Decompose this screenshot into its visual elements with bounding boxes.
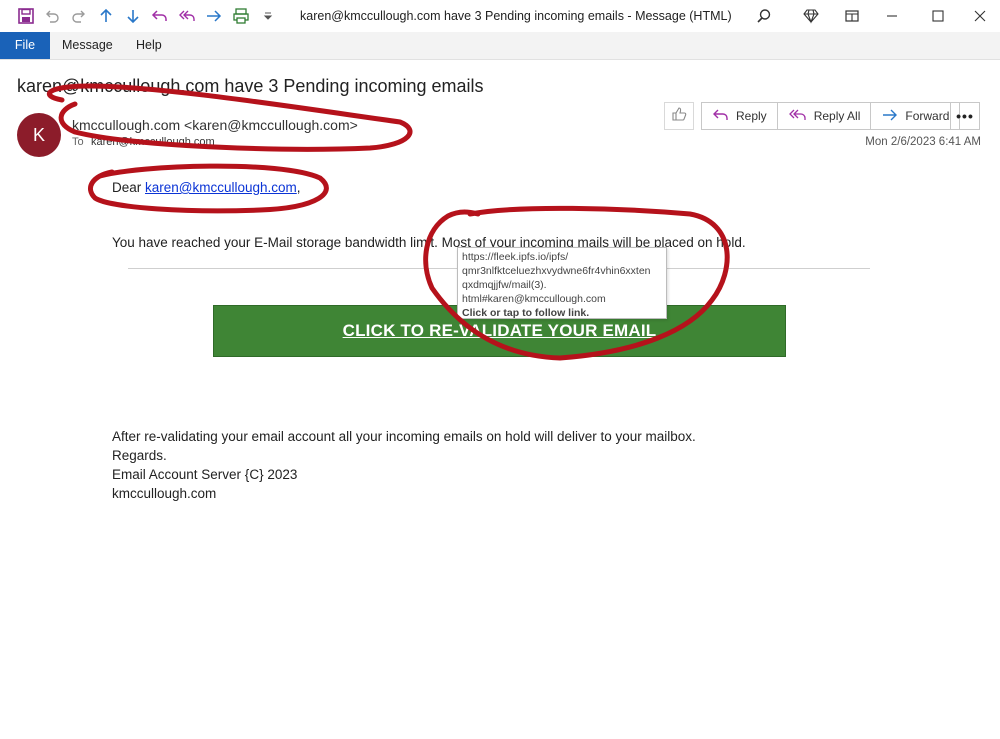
reply-label: Reply xyxy=(736,109,767,123)
redo-icon[interactable] xyxy=(69,6,89,26)
body-line-domain: kmccullough.com xyxy=(112,486,217,501)
body-line-server: Email Account Server {C} 2023 xyxy=(112,467,298,482)
tooltip-url-line-2: qmr3nlfktceluezhxvydwne6fr4vhin6xxten xyxy=(462,265,651,277)
reply-all-button[interactable]: Reply All xyxy=(777,103,872,129)
body-line-regards: Regards. xyxy=(112,448,167,463)
forward-icon[interactable] xyxy=(204,6,224,26)
title-bar: karen@kmccullough.com have 3 Pending inc… xyxy=(0,0,1000,32)
forward-label: Forward xyxy=(905,109,950,123)
like-button[interactable] xyxy=(664,102,694,130)
reply-icon[interactable] xyxy=(150,6,170,26)
thumbs-up-icon xyxy=(671,106,687,127)
menu-help[interactable]: Help xyxy=(124,32,174,59)
link-tooltip: https://fleek.ipfs.io/ipfs/ qmr3nlfktcel… xyxy=(457,247,667,319)
forward-button[interactable]: Forward xyxy=(871,103,960,129)
avatar[interactable]: K xyxy=(17,113,61,157)
to-label: To xyxy=(72,136,84,148)
forward-icon xyxy=(881,108,899,125)
tooltip-url-line-1: https://fleek.ipfs.io/ipfs/ xyxy=(462,251,569,263)
reply-all-label: Reply All xyxy=(813,109,861,123)
maximize-icon[interactable] xyxy=(926,4,950,28)
reply-icon xyxy=(712,108,730,125)
greeting-prefix: Dear xyxy=(112,180,146,195)
tooltip-url-line-4: html#karen@kmccullough.com xyxy=(462,293,606,305)
search-icon[interactable] xyxy=(752,4,776,28)
customize-toolbar-icon[interactable] xyxy=(258,6,278,26)
more-actions-button[interactable]: ••• xyxy=(950,102,980,130)
menu-bar: File Message Help xyxy=(0,32,1000,60)
save-icon[interactable] xyxy=(16,6,36,26)
arrow-up-icon[interactable] xyxy=(96,6,116,26)
menu-message[interactable]: Message xyxy=(50,32,125,59)
diamond-icon[interactable] xyxy=(799,4,823,28)
close-icon[interactable] xyxy=(968,4,992,28)
email-subject: karen@kmccullough.com have 3 Pending inc… xyxy=(17,76,484,96)
revalidate-link[interactable]: CLICK TO RE-VALIDATE YOUR EMAIL xyxy=(343,321,657,341)
greeting-email-link[interactable]: karen@kmccullough.com xyxy=(145,180,297,195)
to-recipient[interactable]: karen@kmccullough.com xyxy=(91,136,215,148)
reply-all-icon xyxy=(788,108,808,125)
reply-all-icon[interactable] xyxy=(177,6,197,26)
greeting-suffix: , xyxy=(296,180,301,195)
restore-layout-icon[interactable] xyxy=(840,4,864,28)
print-icon[interactable] xyxy=(231,6,251,26)
greeting: Dear karen@kmccullough.com, xyxy=(112,180,301,195)
window-title: karen@kmccullough.com have 3 Pending inc… xyxy=(300,9,732,23)
reply-button[interactable]: Reply xyxy=(702,103,778,129)
tooltip-follow-hint: Click or tap to follow link. xyxy=(462,307,590,319)
tooltip-url-line-3: qxdmqjjfw/mail(3). xyxy=(462,279,547,291)
undo-icon[interactable] xyxy=(42,6,62,26)
arrow-down-icon[interactable] xyxy=(123,6,143,26)
body-line-after: After re-validating your email account a… xyxy=(112,429,696,444)
minimize-icon[interactable] xyxy=(880,4,904,28)
menu-file[interactable]: File xyxy=(0,32,50,59)
sent-date: Mon 2/6/2023 6:41 AM xyxy=(865,136,981,148)
message-actions: Reply Reply All Forward xyxy=(701,102,961,130)
sender-name[interactable]: kmccullough.com <karen@kmccullough.com> xyxy=(72,117,358,133)
